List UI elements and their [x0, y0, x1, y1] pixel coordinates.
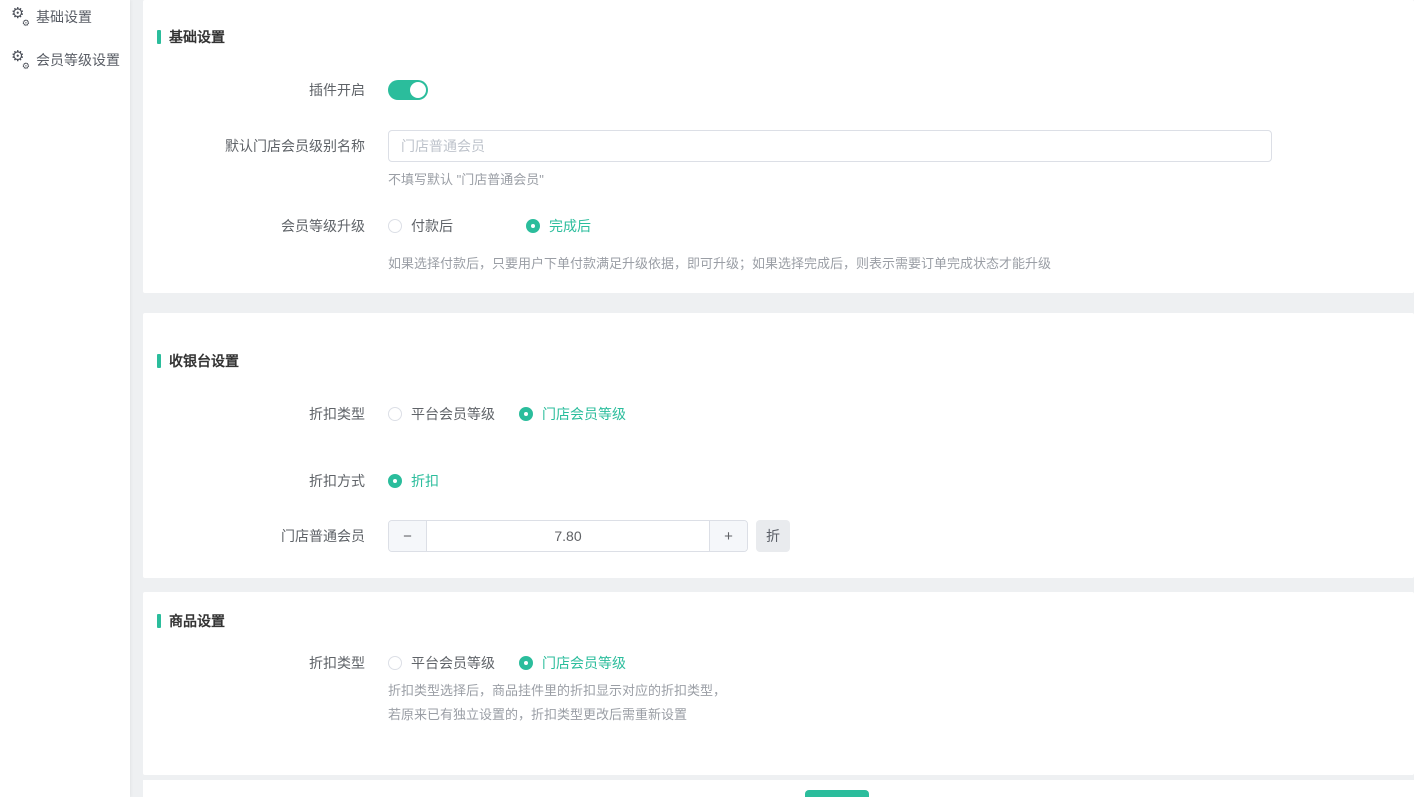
section-title-bar	[157, 30, 161, 44]
radio-discount[interactable]: 折扣	[388, 471, 439, 491]
product-discount-type-label: 折扣类型	[143, 653, 365, 673]
section-title-text: 商品设置	[169, 611, 225, 631]
radio-icon	[388, 474, 402, 488]
stepper-decrease-button[interactable]: −	[389, 521, 427, 551]
plugin-enable-label: 插件开启	[143, 80, 365, 100]
radio-icon	[388, 219, 402, 233]
section-title-text: 收银台设置	[169, 351, 239, 371]
sidebar-item-basic-settings[interactable]: ⚙⚙ 基础设置	[0, 7, 130, 27]
product-settings-card: 商品设置 折扣类型 平台会员等级 门店会员等级 折扣类型选择后，商品挂件里的折扣…	[143, 592, 1414, 775]
settings-sidebar: ⚙⚙ 基础设置 ⚙⚙ 会员等级设置	[0, 0, 130, 797]
product-settings-section-title: 商品设置	[157, 611, 1414, 631]
discount-value-stepper: − +	[388, 520, 748, 552]
cogs-icon: ⚙⚙	[12, 52, 30, 68]
sidebar-item-label: 会员等级设置	[36, 50, 120, 70]
discount-unit-button[interactable]: 折	[756, 520, 790, 552]
discount-value-input[interactable]	[427, 521, 709, 551]
cashier-discount-type-label: 折扣类型	[143, 404, 365, 424]
member-upgrade-radio-group: 付款后 完成后	[388, 216, 1051, 236]
member-upgrade-label: 会员等级升级	[143, 216, 365, 236]
footer-action-bar	[143, 780, 1414, 797]
product-discount-helper-line1: 折扣类型选择后，商品挂件里的折扣显示对应的折扣类型，	[388, 682, 726, 700]
cashier-settings-section-title: 收银台设置	[157, 351, 1414, 371]
member-upgrade-helper: 如果选择付款后，只要用户下单付款满足升级依据，即可升级；如果选择完成后，则表示需…	[388, 255, 1051, 273]
sidebar-item-label: 基础设置	[36, 7, 92, 27]
section-title-bar	[157, 354, 161, 368]
settings-main-area: 基础设置 插件开启 默认门店会员级别名称 不填写默认 "门店普通会员" 会员等级…	[143, 0, 1414, 797]
discount-method-label: 折扣方式	[143, 471, 365, 491]
section-title-text: 基础设置	[169, 27, 225, 47]
stepper-increase-button[interactable]: +	[709, 521, 747, 551]
submit-button[interactable]	[805, 790, 869, 797]
store-normal-member-label: 门店普通会员	[143, 520, 365, 546]
radio-platform-member-level[interactable]: 平台会员等级	[388, 653, 495, 673]
sidebar-item-member-level-settings[interactable]: ⚙⚙ 会员等级设置	[0, 50, 130, 70]
radio-platform-member-level[interactable]: 平台会员等级	[388, 404, 495, 424]
basic-settings-card: 基础设置 插件开启 默认门店会员级别名称 不填写默认 "门店普通会员" 会员等级…	[143, 0, 1414, 293]
radio-icon	[519, 656, 533, 670]
cashier-settings-card: 收银台设置 折扣类型 平台会员等级 门店会员等级 折扣方式	[143, 313, 1414, 578]
cogs-icon: ⚙⚙	[12, 9, 30, 25]
discount-method-radio-group: 折扣	[388, 471, 481, 491]
default-member-name-label: 默认门店会员级别名称	[143, 130, 365, 156]
radio-icon	[519, 407, 533, 421]
product-discount-type-radio-group: 平台会员等级 门店会员等级	[388, 653, 726, 673]
default-member-name-input[interactable]	[388, 130, 1272, 162]
radio-icon	[526, 219, 540, 233]
toggle-knob	[410, 82, 426, 98]
radio-store-member-level[interactable]: 门店会员等级	[519, 404, 626, 424]
radio-store-member-level[interactable]: 门店会员等级	[519, 653, 626, 673]
plugin-enable-toggle[interactable]	[388, 80, 428, 100]
radio-after-payment[interactable]: 付款后	[388, 216, 453, 236]
basic-settings-section-title: 基础设置	[157, 27, 1414, 47]
radio-after-completion[interactable]: 完成后	[526, 216, 591, 236]
default-member-name-helper: 不填写默认 "门店普通会员"	[388, 171, 1272, 189]
radio-icon	[388, 407, 402, 421]
radio-icon	[388, 656, 402, 670]
section-title-bar	[157, 614, 161, 628]
product-discount-helper-line2: 若原来已有独立设置的，折扣类型更改后需重新设置	[388, 706, 726, 724]
cashier-discount-type-radio-group: 平台会员等级 门店会员等级	[388, 404, 668, 424]
